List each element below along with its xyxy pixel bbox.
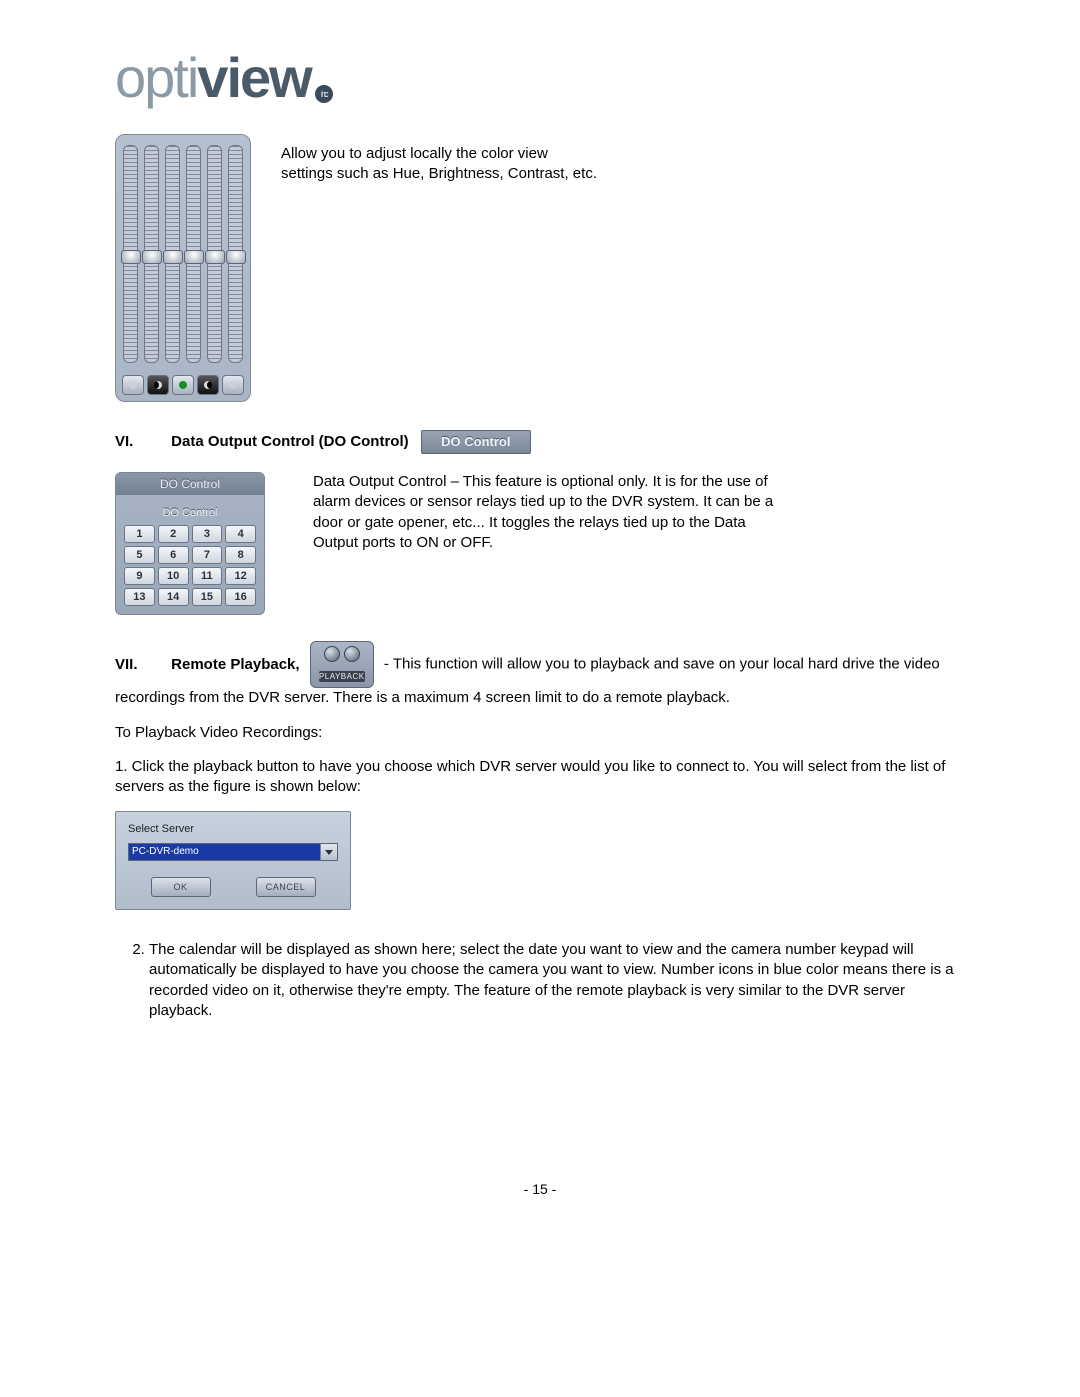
page-number: - 15 -: [115, 1181, 965, 1197]
do-key-8[interactable]: 8: [225, 546, 256, 564]
color-slider[interactable]: [207, 145, 222, 363]
playback-step-1: 1. Click the playback button to have you…: [115, 757, 965, 798]
do-key-14[interactable]: 14: [158, 588, 189, 606]
do-key-12[interactable]: 12: [225, 567, 256, 585]
sun-icon[interactable]: [122, 375, 144, 395]
do-panel-header: DO Control: [116, 473, 264, 495]
playback-reels-icon: [313, 646, 371, 662]
section-heading-do-control: VI. Data Output Control (DO Control) DO …: [115, 430, 965, 454]
do-key-10[interactable]: 10: [158, 567, 189, 585]
do-key-1[interactable]: 1: [124, 525, 155, 543]
slider-thumb[interactable]: [163, 250, 183, 264]
color-slider[interactable]: [123, 145, 138, 363]
do-key-3[interactable]: 3: [192, 525, 223, 543]
select-server-dialog: Select Server PC-DVR-demo OK CANCEL: [115, 811, 351, 910]
server-dropdown-value: PC-DVR-demo: [129, 844, 320, 860]
logo-part1: opti: [115, 46, 197, 109]
do-key-16[interactable]: 16: [225, 588, 256, 606]
do-key-13[interactable]: 13: [124, 588, 155, 606]
select-server-title: Select Server: [128, 822, 338, 837]
chevron-down-icon[interactable]: [320, 844, 337, 860]
slider-thumb[interactable]: [226, 250, 246, 264]
color-slider[interactable]: [165, 145, 180, 363]
logo: optiviewinc: [115, 50, 965, 106]
do-control-panel: DO Control DO Control 123456789101112131…: [115, 472, 265, 615]
logo-part2: view: [197, 46, 310, 109]
section6-numeral: VI.: [115, 433, 167, 450]
color-adjust-description: Allow you to adjust locally the color vi…: [281, 144, 601, 185]
slider-thumb[interactable]: [121, 250, 141, 264]
section7-title: Remote Playback,: [171, 656, 299, 673]
ok-button[interactable]: OK: [151, 877, 211, 897]
section7-numeral: VII.: [115, 655, 167, 675]
do-key-9[interactable]: 9: [124, 567, 155, 585]
playback-step-2: The calendar will be displayed as shown …: [149, 940, 965, 1021]
color-slider[interactable]: [186, 145, 201, 363]
do-key-5[interactable]: 5: [124, 546, 155, 564]
playback-button[interactable]: PLAYBACK: [310, 641, 374, 688]
half-moon-icon[interactable]: [197, 375, 219, 395]
playback-instructions-title: To Playback Video Recordings:: [115, 723, 965, 743]
moon-icon[interactable]: [147, 375, 169, 395]
do-key-4[interactable]: 4: [225, 525, 256, 543]
dot-icon[interactable]: [222, 375, 244, 395]
color-slider[interactable]: [228, 145, 243, 363]
section7-paragraph: VII. Remote Playback, PLAYBACK - This fu…: [115, 641, 965, 709]
cancel-button[interactable]: CANCEL: [256, 877, 316, 897]
slider-thumb[interactable]: [184, 250, 204, 264]
color-sliders-panel: [115, 134, 251, 402]
color-slider[interactable]: [144, 145, 159, 363]
do-key-2[interactable]: 2: [158, 525, 189, 543]
server-dropdown[interactable]: PC-DVR-demo: [128, 843, 338, 861]
do-key-11[interactable]: 11: [192, 567, 223, 585]
playback-button-label: PLAYBACK: [319, 671, 365, 682]
do-control-badge[interactable]: DO Control: [421, 430, 531, 454]
do-key-6[interactable]: 6: [158, 546, 189, 564]
do-panel-subheader: DO Control: [116, 495, 264, 525]
section6-title: Data Output Control (DO Control): [171, 433, 408, 450]
slider-thumb[interactable]: [205, 250, 225, 264]
do-key-7[interactable]: 7: [192, 546, 223, 564]
logo-inc-badge: inc: [315, 85, 333, 103]
do-control-description: Data Output Control – This feature is op…: [313, 472, 783, 553]
do-key-15[interactable]: 15: [192, 588, 223, 606]
slider-thumb[interactable]: [142, 250, 162, 264]
contrast-icon[interactable]: [172, 375, 194, 395]
